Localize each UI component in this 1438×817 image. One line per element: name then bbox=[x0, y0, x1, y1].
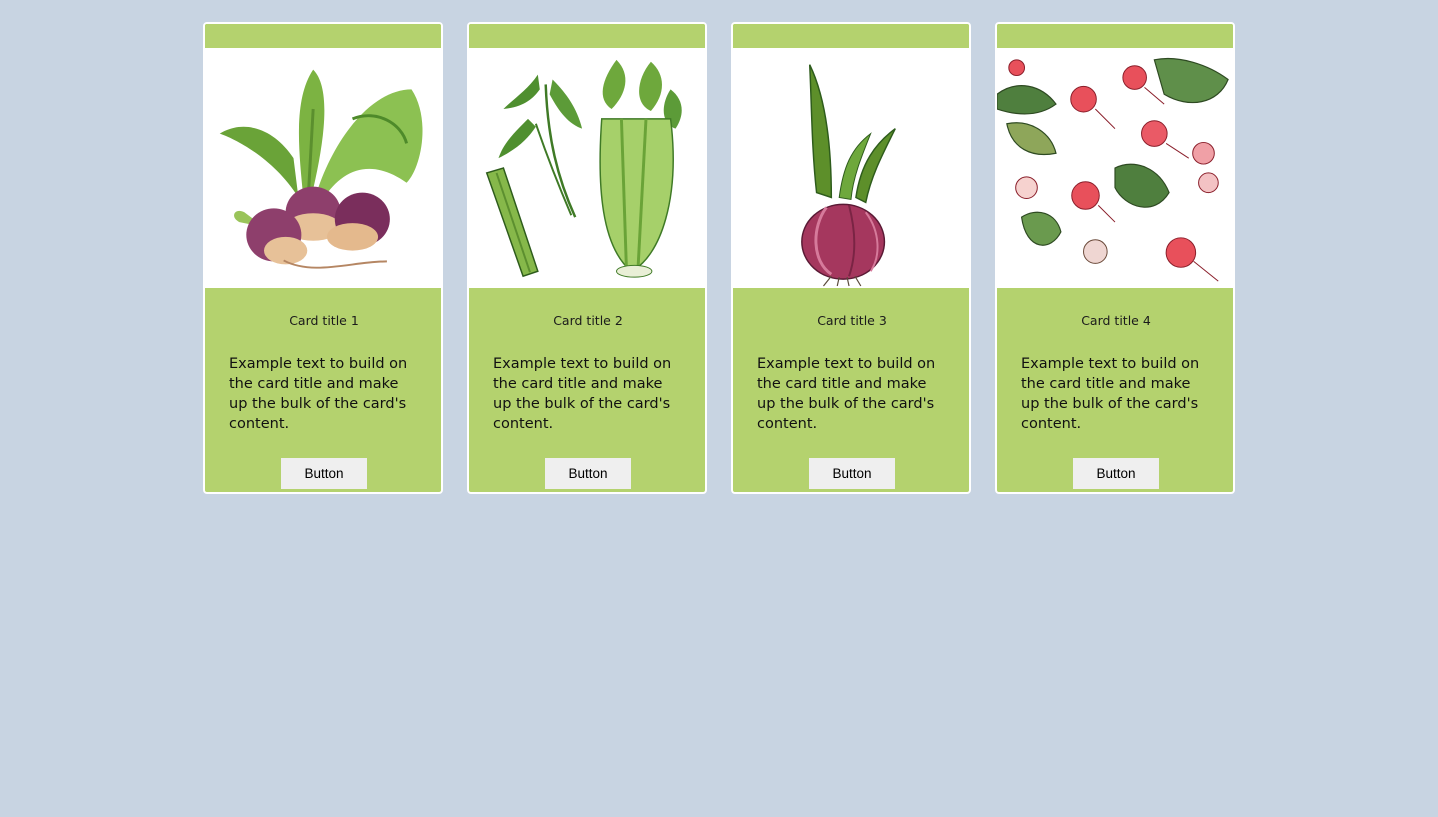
card-text: Example text to build on the card title … bbox=[229, 356, 408, 432]
card-title: Card title 4 bbox=[1081, 313, 1151, 328]
card-4: Card title 4 Example text to build on th… bbox=[995, 22, 1235, 494]
card-header-bar bbox=[997, 24, 1233, 48]
card-text: Example text to build on the card title … bbox=[1021, 356, 1200, 432]
card-text: Example text to build on the card title … bbox=[493, 356, 672, 432]
card-2: Card title 2 Example text to build on th… bbox=[467, 22, 707, 494]
card-text: Example text to build on the card title … bbox=[757, 356, 936, 432]
radish-pattern-illustration bbox=[997, 48, 1233, 288]
card-body: Card title 3 Example text to build on th… bbox=[733, 288, 969, 492]
card-grid: Card title 1 Example text to build on th… bbox=[203, 22, 1235, 494]
card-button[interactable]: Button bbox=[281, 458, 367, 489]
turnip-illustration bbox=[205, 48, 441, 288]
card-header-bar bbox=[205, 24, 441, 48]
card-button[interactable]: Button bbox=[545, 458, 631, 489]
card-title: Card title 1 bbox=[289, 313, 359, 328]
card-header-bar bbox=[733, 24, 969, 48]
card-title: Card title 3 bbox=[817, 313, 887, 328]
celery-illustration bbox=[469, 48, 705, 288]
card-header-bar bbox=[469, 24, 705, 48]
card-button[interactable]: Button bbox=[809, 458, 895, 489]
card-body: Card title 4 Example text to build on th… bbox=[997, 288, 1233, 492]
card-1: Card title 1 Example text to build on th… bbox=[203, 22, 443, 494]
card-title: Card title 2 bbox=[553, 313, 623, 328]
card-body: Card title 1 Example text to build on th… bbox=[205, 288, 441, 492]
card-button[interactable]: Button bbox=[1073, 458, 1159, 489]
card-3: Card title 3 Example text to build on th… bbox=[731, 22, 971, 494]
onion-illustration bbox=[733, 48, 969, 288]
card-body: Card title 2 Example text to build on th… bbox=[469, 288, 705, 492]
